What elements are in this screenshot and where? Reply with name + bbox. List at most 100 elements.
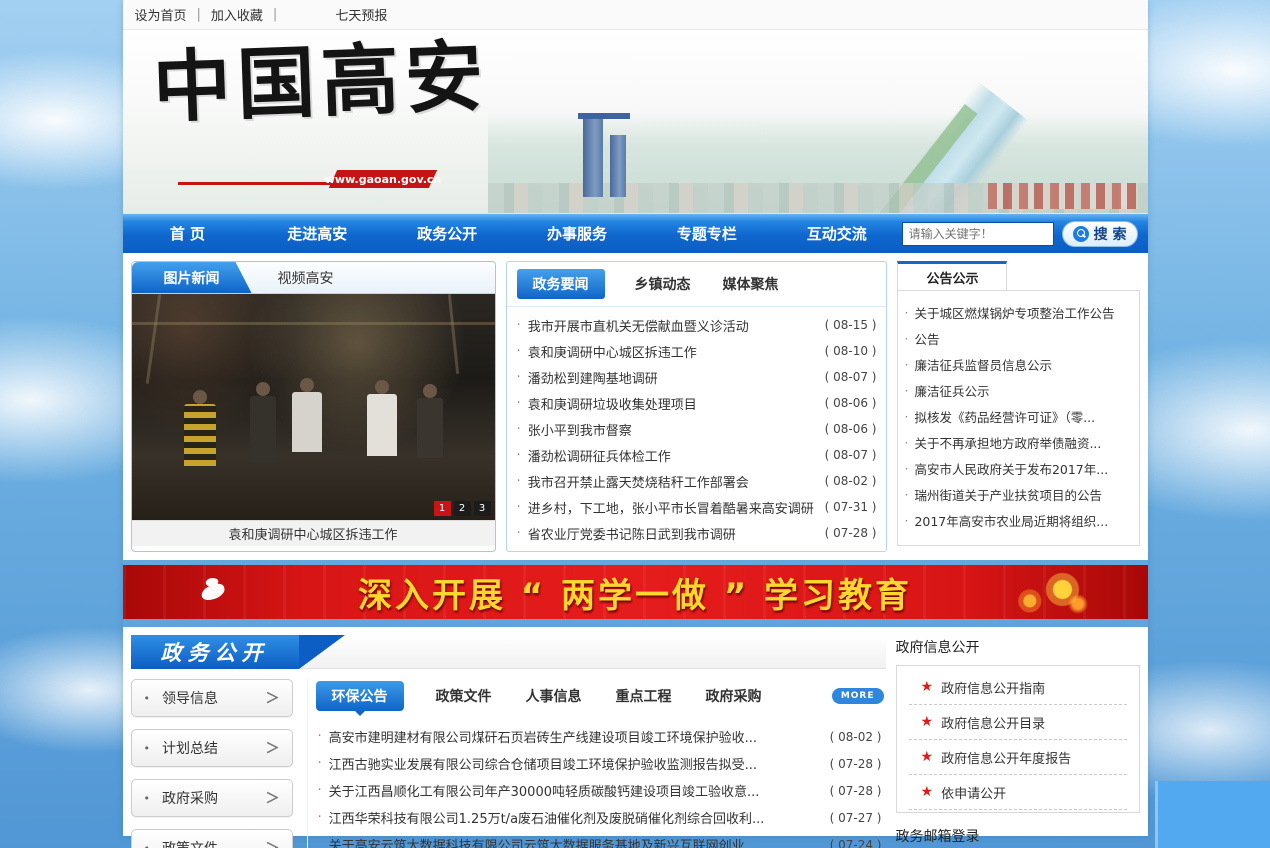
info-open-title: 政府信息公开 bbox=[895, 640, 980, 656]
news-item[interactable]: · 省农业厅党委书记陈日武到我市调研 ( 07-28 ) bbox=[517, 520, 877, 546]
bullet-icon: · bbox=[904, 304, 909, 320]
announcement-item[interactable]: · 廉洁征兵公示 bbox=[904, 377, 1132, 403]
gov-news-box: 政务要闻 乡镇动态 媒体聚焦 · 我市开展市直机关无偿献血暨义诊活动 ( 08-… bbox=[505, 261, 888, 552]
cityscape-tower bbox=[582, 119, 603, 197]
news-item[interactable]: · 进乡村，下工地，张小平市长冒着酷暑来高安调研 ( 07-31 ) bbox=[517, 494, 877, 520]
gov-side-button[interactable]: • 计划总结 ＞ bbox=[130, 729, 293, 767]
photo-person bbox=[249, 396, 276, 462]
announcement-item[interactable]: · 2017年高安市农业局近期将组织... bbox=[904, 507, 1132, 533]
news-item[interactable]: · 江西古驰实业发展有限公司综合仓储项目竣工环境保护验收监测报告拟受... ( … bbox=[318, 750, 882, 777]
nav-item[interactable]: 专题专栏 bbox=[642, 223, 772, 244]
campaign-banner[interactable]: 深入开展 “ 两学一做 ” 学习教育 bbox=[122, 565, 1148, 619]
photo-pagination: 1 2 3 bbox=[433, 501, 491, 516]
info-open-item[interactable]: ★ 政府信息公开指南 bbox=[908, 670, 1127, 705]
announcement-item[interactable]: · 瑞州街道关于产业扶贫项目的公告 bbox=[904, 481, 1132, 507]
gov-news-tab[interactable]: 政务要闻 bbox=[516, 269, 605, 299]
info-open-box: ★ 政府信息公开指南 ★ 政府信息公开目录 ★ 政府信息公开年度报告 ★ 依申请… bbox=[895, 665, 1140, 813]
dot-icon: • bbox=[143, 741, 151, 755]
announcement-item[interactable]: · 拟核发《药品经营许可证》（零... bbox=[904, 403, 1132, 429]
bullet-icon: · bbox=[317, 756, 322, 771]
star-icon: ★ bbox=[920, 784, 934, 800]
photo-page-button[interactable]: 2 bbox=[453, 501, 471, 516]
set-home-link[interactable]: 设为首页 bbox=[135, 5, 187, 24]
cityscape-red-roofs bbox=[987, 183, 1138, 209]
announcement-item[interactable]: · 公告 bbox=[904, 325, 1132, 351]
info-open-item[interactable]: ★ 政府信息公开目录 bbox=[908, 705, 1127, 740]
nav-item[interactable]: 办事服务 bbox=[512, 223, 642, 244]
bullet-icon: · bbox=[317, 729, 322, 744]
gov-open-tab[interactable]: 环保公告 bbox=[315, 681, 404, 711]
gov-open-tabs: 环保公告 政策文件 人事信息 重点工程 政府采购 MORE bbox=[314, 679, 886, 721]
star-icon: ★ bbox=[920, 679, 934, 695]
announcements-box: 公告公示 · 关于城区燃煤锅炉专项整治工作公告 · 公告 · 廉洁征兵监督员信息… bbox=[897, 261, 1140, 552]
news-item[interactable]: · 潘劲松调研征兵体检工作 ( 08-07 ) bbox=[517, 442, 877, 468]
floating-widget[interactable] bbox=[1155, 781, 1270, 848]
news-item[interactable]: · 江西华荣科技有限公司1.25万t/a废石油催化剂及废脱硝催化剂综合回收利..… bbox=[318, 804, 882, 831]
gov-news-tab[interactable]: 乡镇动态 bbox=[633, 269, 693, 299]
nav-item[interactable]: 政务公开 bbox=[382, 223, 512, 244]
info-open-item[interactable]: ★ 政府信息公开年度报告 bbox=[908, 740, 1127, 775]
news-title: 袁和庚调研中心城区拆违工作 bbox=[527, 345, 697, 361]
news-item[interactable]: · 张小平到我市督察 ( 08-06 ) bbox=[517, 416, 877, 442]
nav-item[interactable]: 互动交流 bbox=[772, 223, 902, 244]
star-icon: ★ bbox=[920, 714, 934, 730]
nav-item[interactable]: 首 页 bbox=[123, 223, 253, 244]
news-item[interactable]: · 我市召开禁止露天焚烧秸秆工作部署会 ( 08-02 ) bbox=[517, 468, 877, 494]
news-title: 进乡村，下工地，张小平市长冒着酷暑来高安调研 bbox=[527, 501, 814, 517]
site-header-banner: 中国高安 www.gaoan.gov.cn bbox=[122, 30, 1148, 213]
announcement-item[interactable]: · 高安市人民政府关于发布2017年... bbox=[904, 455, 1132, 481]
gov-side-button-label: 政策文件 bbox=[162, 838, 218, 848]
gov-open-body: • 领导信息 ＞ • 计划总结 ＞ • 政府采购 ＞ • 环保公告 政策文件 人… bbox=[130, 679, 886, 848]
chevron-right-icon: ＞ bbox=[265, 791, 280, 807]
bullet-icon: · bbox=[317, 837, 322, 848]
photo-page-button[interactable]: 1 bbox=[433, 501, 451, 516]
weather-forecast-link[interactable]: 七天预报 bbox=[335, 5, 387, 24]
news-title: 我市召开禁止露天焚烧秸秆工作部署会 bbox=[527, 475, 749, 491]
photo-person bbox=[416, 398, 443, 458]
bullet-icon: · bbox=[516, 317, 521, 333]
news-item[interactable]: · 关于江西昌顺化工有限公司年产30000吨轻质碳酸钙建设项目竣工验收意... … bbox=[318, 777, 882, 804]
photo-news-tab[interactable]: 视频高安 bbox=[252, 262, 360, 293]
chevron-right-icon: ＞ bbox=[265, 741, 280, 757]
search-input[interactable] bbox=[901, 221, 1054, 246]
gov-news-tab[interactable]: 媒体聚焦 bbox=[721, 269, 781, 299]
bullet-icon: · bbox=[516, 343, 521, 359]
news-title: 省农业厅党委书记陈日武到我市调研 bbox=[527, 527, 736, 543]
gov-side-button[interactable]: • 政策文件 ＞ bbox=[130, 829, 293, 848]
gov-open-tab[interactable]: 政府采购 bbox=[704, 681, 764, 711]
news-item[interactable]: · 袁和庚调研中心城区拆违工作 ( 08-10 ) bbox=[517, 338, 877, 364]
gov-open-tab[interactable]: 重点工程 bbox=[614, 681, 674, 711]
news-item[interactable]: · 高安市建明建材有限公司煤矸石页岩砖生产线建设项目竣工环境保护验收... ( … bbox=[318, 723, 882, 750]
news-date: ( 08-15 ) bbox=[824, 318, 877, 332]
announcements-tab[interactable]: 公告公示 bbox=[897, 261, 1008, 291]
gov-side-button[interactable]: • 领导信息 ＞ bbox=[130, 679, 293, 717]
nav-item[interactable]: 走进高安 bbox=[252, 223, 382, 244]
search-button[interactable]: 搜 索 bbox=[1061, 220, 1138, 247]
announcement-title: 公告 bbox=[914, 331, 940, 347]
info-open-column: 政府信息公开 ★ 政府信息公开指南 ★ 政府信息公开目录 ★ 政府信息公开年度报… bbox=[895, 635, 1140, 845]
gov-side-button[interactable]: • 政府采购 ＞ bbox=[130, 779, 293, 817]
news-item[interactable]: · 潘劲松到建陶基地调研 ( 08-07 ) bbox=[517, 364, 877, 390]
news-title: 张小平到我市督察 bbox=[527, 423, 632, 439]
news-date: ( 07-28 ) bbox=[824, 526, 877, 540]
gov-open-tab[interactable]: 政策文件 bbox=[434, 681, 494, 711]
site-url-text: www.gaoan.gov.cn bbox=[324, 172, 441, 186]
add-favorite-link[interactable]: 加入收藏 bbox=[211, 5, 263, 24]
more-button[interactable]: MORE bbox=[831, 688, 884, 704]
photo-person bbox=[183, 404, 216, 466]
news-item[interactable]: · 关于高安云筑大数据科技有限公司云筑大数据服务基地及新兴互联网创业... ( … bbox=[318, 831, 882, 848]
news-item[interactable]: · 我市开展市直机关无偿献血暨义诊活动 ( 08-15 ) bbox=[517, 312, 877, 338]
announcement-item[interactable]: · 廉洁征兵监督员信息公示 bbox=[904, 351, 1132, 377]
ribbon-tail bbox=[298, 635, 345, 669]
gov-open-tab[interactable]: 人事信息 bbox=[524, 681, 584, 711]
top-content-panel: 图片新闻 视频高安 1 2 3 袁和庚调研中心城区拆违工作 政务要闻 乡镇动态 … bbox=[122, 253, 1148, 560]
photo-news-tab[interactable]: 图片新闻 bbox=[132, 262, 252, 293]
news-photo[interactable]: 1 2 3 bbox=[131, 294, 495, 520]
announcement-item[interactable]: · 关于不再承担地方政府举债融资... bbox=[904, 429, 1132, 455]
logo-underline bbox=[177, 182, 338, 185]
photo-page-button[interactable]: 3 bbox=[473, 501, 491, 516]
photo-caption[interactable]: 袁和庚调研中心城区拆违工作 bbox=[131, 520, 495, 546]
news-item[interactable]: · 袁和庚调研垃圾收集处理项目 ( 08-06 ) bbox=[517, 390, 877, 416]
info-open-item[interactable]: ★ 依申请公开 bbox=[908, 775, 1127, 810]
announcement-item[interactable]: · 关于城区燃煤锅炉专项整治工作公告 bbox=[904, 299, 1132, 325]
